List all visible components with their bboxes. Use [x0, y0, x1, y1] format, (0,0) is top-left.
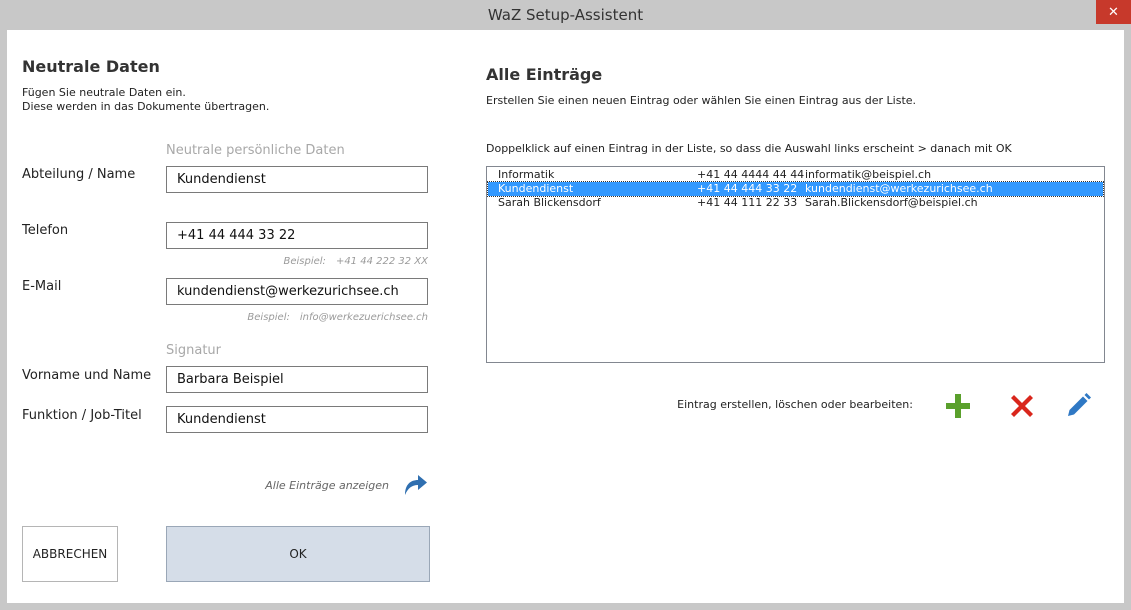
list-item-2[interactable]: Sarah Blickensdorf +41 44 111 22 33 Sara…	[488, 196, 1103, 210]
department-input[interactable]: Kundendienst	[166, 166, 428, 193]
entry-phone: +41 44 4444 44 44	[697, 168, 805, 181]
entry-name: Informatik	[498, 168, 555, 181]
neutral-intro-line1: Fügen Sie neutrale Daten ein.	[22, 86, 186, 99]
email-hint-label: Beispiel:	[247, 312, 290, 323]
plus-icon[interactable]	[944, 392, 972, 420]
fullname-label: Vorname und Name	[22, 368, 152, 383]
arrow-forward-icon[interactable]	[401, 470, 429, 498]
entry-phone: +41 44 111 22 33	[697, 196, 798, 209]
list-instruction: Doppelklick auf einen Eintrag in der Lis…	[486, 142, 1012, 155]
all-entries-heading: Alle Einträge	[486, 65, 603, 84]
fullname-input[interactable]: Barbara Beispiel	[166, 366, 428, 393]
phone-hint: Beispiel: +41 44 222 32 XX	[166, 256, 429, 267]
close-button[interactable]: ✕	[1096, 0, 1131, 24]
group-label-personal: Neutrale persönliche Daten	[166, 143, 345, 158]
entry-name: Kundendienst	[498, 182, 574, 195]
email-hint-value: info@werkezuerichsee.ch	[299, 312, 428, 323]
ok-button[interactable]: OK	[166, 526, 430, 582]
email-hint: Beispiel: info@werkezuerichsee.ch	[166, 312, 428, 323]
jobtitle-label: Funktion / Job-Titel	[22, 408, 142, 423]
phone-label: Telefon	[22, 223, 69, 238]
entry-phone: +41 44 444 33 22	[697, 182, 798, 195]
dialog-body: Neutrale Daten Fügen Sie neutrale Daten …	[7, 30, 1124, 603]
entry-email: Sarah.Blickensdorf@beispiel.ch	[805, 196, 978, 209]
entry-name: Sarah Blickensdorf	[498, 196, 601, 209]
entries-listbox[interactable]: Informatik +41 44 4444 44 44 informatik@…	[486, 166, 1105, 363]
all-entries-intro: Erstellen Sie einen neuen Eintrag oder w…	[486, 94, 917, 107]
title-bar: WaZ Setup-Assistent ✕	[0, 0, 1131, 30]
neutral-intro-line2: Diese werden in das Dokumente übertragen…	[22, 100, 270, 113]
phone-hint-label: Beispiel:	[283, 256, 326, 267]
email-input[interactable]: kundendienst@werkezurichsee.ch	[166, 278, 428, 305]
department-label: Abteilung / Name	[22, 167, 136, 182]
pencil-icon[interactable]	[1064, 392, 1092, 420]
window-title: WaZ Setup-Assistent	[487, 6, 644, 24]
phone-hint-value: +41 44 222 32 XX	[335, 256, 428, 267]
jobtitle-input[interactable]: Kundendienst	[166, 406, 428, 433]
group-label-signature: Signatur	[166, 343, 222, 358]
list-item-0[interactable]: Informatik +41 44 4444 44 44 informatik@…	[488, 168, 1103, 182]
email-label: E-Mail	[22, 279, 62, 294]
cancel-button[interactable]: ABBRECHEN	[22, 526, 118, 582]
phone-input[interactable]: +41 44 444 33 22	[166, 222, 428, 249]
entry-email: kundendienst@werkezurichsee.ch	[805, 182, 993, 195]
entry-email: informatik@beispiel.ch	[805, 168, 932, 181]
x-icon[interactable]	[1008, 392, 1036, 420]
show-all-entries-label[interactable]: Alle Einträge anzeigen	[207, 479, 389, 492]
actions-label: Eintrag erstellen, löschen oder bearbeit…	[677, 398, 913, 411]
neutral-data-heading: Neutrale Daten	[22, 57, 160, 76]
list-item-1-selected[interactable]: Kundendienst +41 44 444 33 22 kundendien…	[487, 181, 1104, 197]
